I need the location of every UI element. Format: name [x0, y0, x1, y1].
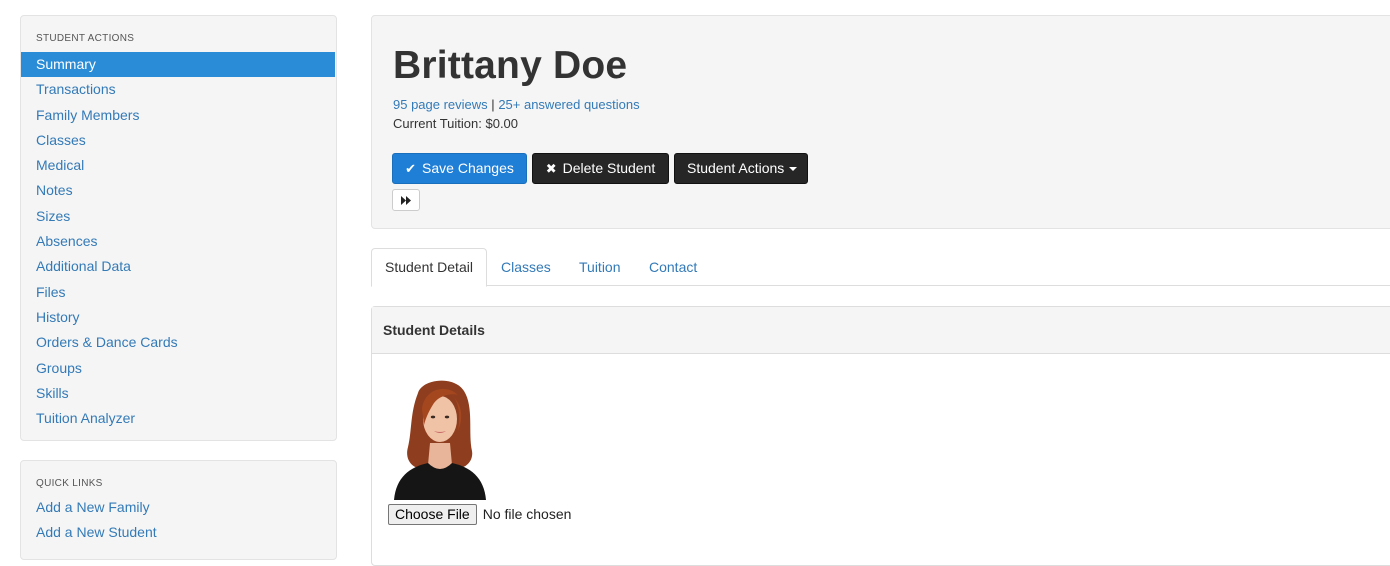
choose-file-button[interactable]: Choose File: [388, 503, 477, 525]
tab-tuition[interactable]: Tuition: [579, 248, 621, 286]
caret-down-icon: [789, 167, 798, 172]
delete-student-button[interactable]: ✖ Delete Student: [532, 153, 669, 184]
tab-student-detail[interactable]: Student Detail: [371, 248, 487, 287]
quick-links-heading: QUICK LINKS: [36, 478, 103, 489]
student-actions-heading: STUDENT ACTIONS: [36, 33, 135, 44]
student-details-heading: Student Details: [372, 307, 1390, 354]
student-actions-list: Summary Transactions Family Members Clas…: [21, 52, 336, 431]
sidebar-item-tuition-analyzer[interactable]: Tuition Analyzer: [21, 406, 335, 431]
sidebar-item-additional-data[interactable]: Additional Data: [21, 254, 335, 279]
tab-classes[interactable]: Classes: [501, 248, 551, 286]
quick-links-panel: QUICK LINKS Add a New Family Add a New S…: [20, 460, 337, 560]
save-changes-label: Save Changes: [422, 160, 514, 176]
sidebar-item-groups[interactable]: Groups: [21, 356, 335, 381]
current-tuition: Current Tuition: $0.00: [393, 116, 519, 131]
answered-questions-link[interactable]: 25+ answered questions: [498, 97, 639, 112]
sidebar-item-transactions[interactable]: Transactions: [21, 77, 335, 102]
sidebar-item-family-members[interactable]: Family Members: [21, 103, 335, 128]
student-actions-label: Student Actions: [687, 160, 785, 176]
save-changes-button[interactable]: ✔ Save Changes: [392, 153, 527, 184]
student-photo: [388, 373, 489, 500]
meta-separator: |: [491, 97, 495, 112]
student-tabs: Student Detail Classes Tuition Contact: [371, 248, 1390, 287]
check-icon: ✔: [405, 161, 417, 176]
fast-forward-icon: [401, 195, 411, 205]
student-actions-panel: STUDENT ACTIONS Summary Transactions Fam…: [20, 15, 337, 441]
sidebar-item-summary[interactable]: Summary: [21, 52, 335, 78]
sidebar-item-medical[interactable]: Medical: [21, 153, 335, 178]
sidebar-item-notes[interactable]: Notes: [21, 178, 335, 203]
fast-forward-button[interactable]: [392, 189, 420, 211]
sidebar-item-files[interactable]: Files: [21, 280, 335, 305]
photo-upload: Choose File No file chosen: [388, 503, 571, 525]
student-details-panel: Student Details Choose File No file chos…: [371, 306, 1390, 566]
sidebar-item-history[interactable]: History: [21, 305, 335, 330]
review-meta: 95 page reviews | 25+ answered questions: [393, 97, 640, 113]
file-status: No file chosen: [482, 506, 572, 522]
sidebar-item-skills[interactable]: Skills: [21, 381, 335, 406]
close-icon: ✖: [545, 161, 557, 176]
delete-student-label: Delete Student: [562, 160, 656, 176]
quick-links-list: Add a New Family Add a New Student: [21, 495, 336, 546]
quick-link-add-family[interactable]: Add a New Family: [21, 495, 335, 520]
quick-link-add-student[interactable]: Add a New Student: [21, 520, 335, 545]
sidebar-item-absences[interactable]: Absences: [21, 229, 335, 254]
student-header: Brittany Doe 95 page reviews | 25+ answe…: [371, 15, 1390, 229]
student-actions-dropdown[interactable]: Student Actions: [674, 153, 808, 184]
student-name: Brittany Doe: [393, 44, 628, 87]
sidebar-item-orders-dance-cards[interactable]: Orders & Dance Cards: [21, 330, 335, 355]
sidebar-item-sizes[interactable]: Sizes: [21, 204, 335, 229]
sidebar-item-classes[interactable]: Classes: [21, 128, 335, 153]
page-reviews-link[interactable]: 95 page reviews: [393, 97, 488, 112]
tab-contact[interactable]: Contact: [649, 248, 697, 286]
